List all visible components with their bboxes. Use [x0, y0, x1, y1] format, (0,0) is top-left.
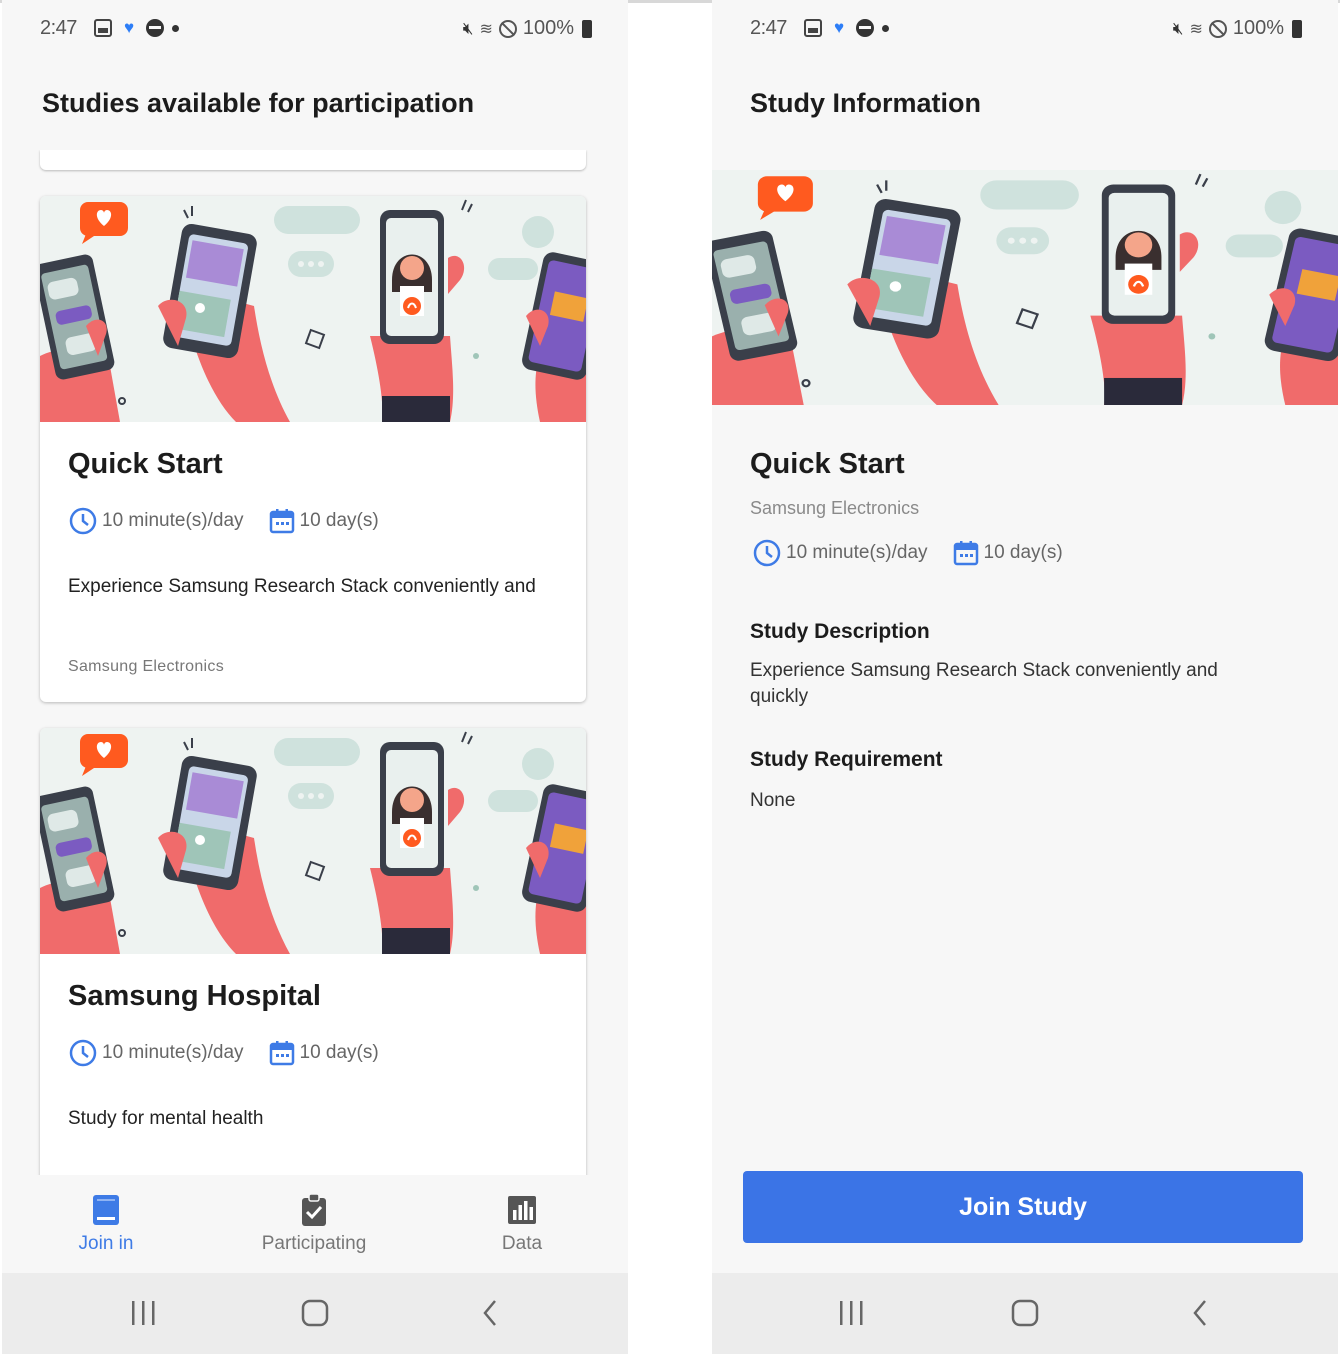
- recents-icon[interactable]: [836, 1297, 866, 1329]
- heart-app-icon: ♥: [833, 18, 845, 37]
- page-title: Studies available for participation: [42, 88, 475, 118]
- calendar-icon: [269, 509, 294, 534]
- study-illustration-image: [40, 196, 586, 422]
- do-not-disturb-icon: [498, 19, 517, 38]
- recents-icon[interactable]: [128, 1297, 158, 1329]
- heart-app-icon: ♥: [123, 18, 135, 37]
- gallery-icon: [804, 19, 822, 37]
- study-duration: 10 minute(s)/day: [102, 1042, 244, 1063]
- bar-chart-icon: [508, 1196, 536, 1224]
- study-title: Quick Start: [750, 448, 905, 480]
- mute-icon: 🔇︎: [1172, 18, 1184, 38]
- status-bar: 2:47 ♥ 🔇︎ ≋ 100%: [712, 14, 1338, 48]
- study-title: Quick Start: [68, 448, 223, 480]
- messenger-icon: [856, 19, 874, 37]
- gallery-icon: [94, 19, 112, 37]
- clock-icon: [753, 539, 781, 567]
- mute-icon: 🔇︎: [462, 18, 474, 38]
- nav-label: Data: [501, 1233, 543, 1254]
- study-description-heading: Study Description: [750, 620, 930, 643]
- book-icon: [93, 1195, 119, 1225]
- study-meta: 10 minute(s)/day 10 day(s): [68, 1038, 403, 1068]
- study-description: Study for mental health: [68, 1108, 264, 1129]
- page-title: Study Information: [750, 88, 981, 118]
- study-detail-screen: 2:47 ♥ 🔇︎ ≋ 100% Study Information Quick…: [712, 0, 1338, 1354]
- system-navigation-bar: [2, 1273, 628, 1354]
- clock-icon: [69, 507, 97, 535]
- dot-icon: [172, 24, 179, 32]
- nav-participating[interactable]: Participating: [234, 1193, 394, 1255]
- study-description: Experience Samsung Research Stack conven…: [68, 576, 536, 597]
- nav-data[interactable]: Data: [442, 1193, 602, 1255]
- status-time: 2:47: [750, 17, 787, 39]
- calendar-icon: [953, 541, 978, 566]
- study-period: 10 day(s): [983, 542, 1063, 563]
- battery-icon: [1292, 19, 1302, 38]
- join-study-button[interactable]: Join Study: [743, 1171, 1303, 1243]
- study-list[interactable]: Quick Start 10 minute(s)/day 10 day(s) E…: [2, 150, 628, 1175]
- calendar-icon: [269, 1041, 294, 1066]
- wifi-icon: ≋: [1189, 20, 1203, 38]
- study-card[interactable]: Samsung Hospital 10 minute(s)/day 10 day…: [40, 728, 586, 1175]
- study-organization: Samsung Electronics: [750, 498, 920, 518]
- study-duration: 10 minute(s)/day: [102, 510, 244, 531]
- do-not-disturb-icon: [1208, 19, 1227, 38]
- nav-label: Participating: [261, 1233, 367, 1254]
- messenger-icon: [146, 19, 164, 37]
- studies-list-screen: 2:47 ♥ 🔇︎ ≋ 100% Studies available for p…: [2, 0, 628, 1354]
- study-description-text: Experience Samsung Research Stack conven…: [750, 660, 1218, 707]
- study-requirement-text: None: [750, 790, 796, 811]
- clock-icon: [69, 1039, 97, 1067]
- wifi-icon: ≋: [479, 20, 493, 38]
- study-meta: 10 minute(s)/day 10 day(s): [752, 538, 1087, 568]
- battery-icon: [582, 19, 592, 38]
- back-icon[interactable]: [1188, 1297, 1212, 1329]
- study-card[interactable]: Quick Start 10 minute(s)/day 10 day(s) E…: [40, 196, 586, 702]
- study-meta: 10 minute(s)/day 10 day(s): [68, 506, 403, 536]
- home-icon[interactable]: [300, 1297, 330, 1329]
- nav-label: Join in: [78, 1233, 134, 1254]
- clipboard-check-icon: [302, 1193, 326, 1226]
- battery-text: 100%: [1232, 17, 1284, 39]
- study-title: Samsung Hospital: [68, 980, 321, 1012]
- study-illustration-image: [40, 728, 586, 954]
- system-navigation-bar: [712, 1273, 1338, 1354]
- study-period: 10 day(s): [299, 1042, 379, 1063]
- nav-join-in[interactable]: Join in: [26, 1193, 186, 1255]
- home-icon[interactable]: [1010, 1297, 1040, 1329]
- study-period: 10 day(s): [299, 510, 379, 531]
- bottom-navigation: Join in Participating Data: [2, 1175, 628, 1273]
- study-duration: 10 minute(s)/day: [786, 542, 928, 563]
- study-illustration-image: [712, 170, 1338, 405]
- status-bar: 2:47 ♥ 🔇︎ ≋ 100%: [2, 14, 628, 48]
- study-organization: Samsung Electronics: [68, 658, 224, 675]
- previous-card-edge: [40, 150, 586, 170]
- dot-icon: [882, 24, 889, 32]
- back-icon[interactable]: [478, 1297, 502, 1329]
- battery-text: 100%: [522, 17, 574, 39]
- status-time: 2:47: [40, 17, 77, 39]
- study-requirement-heading: Study Requirement: [750, 748, 943, 771]
